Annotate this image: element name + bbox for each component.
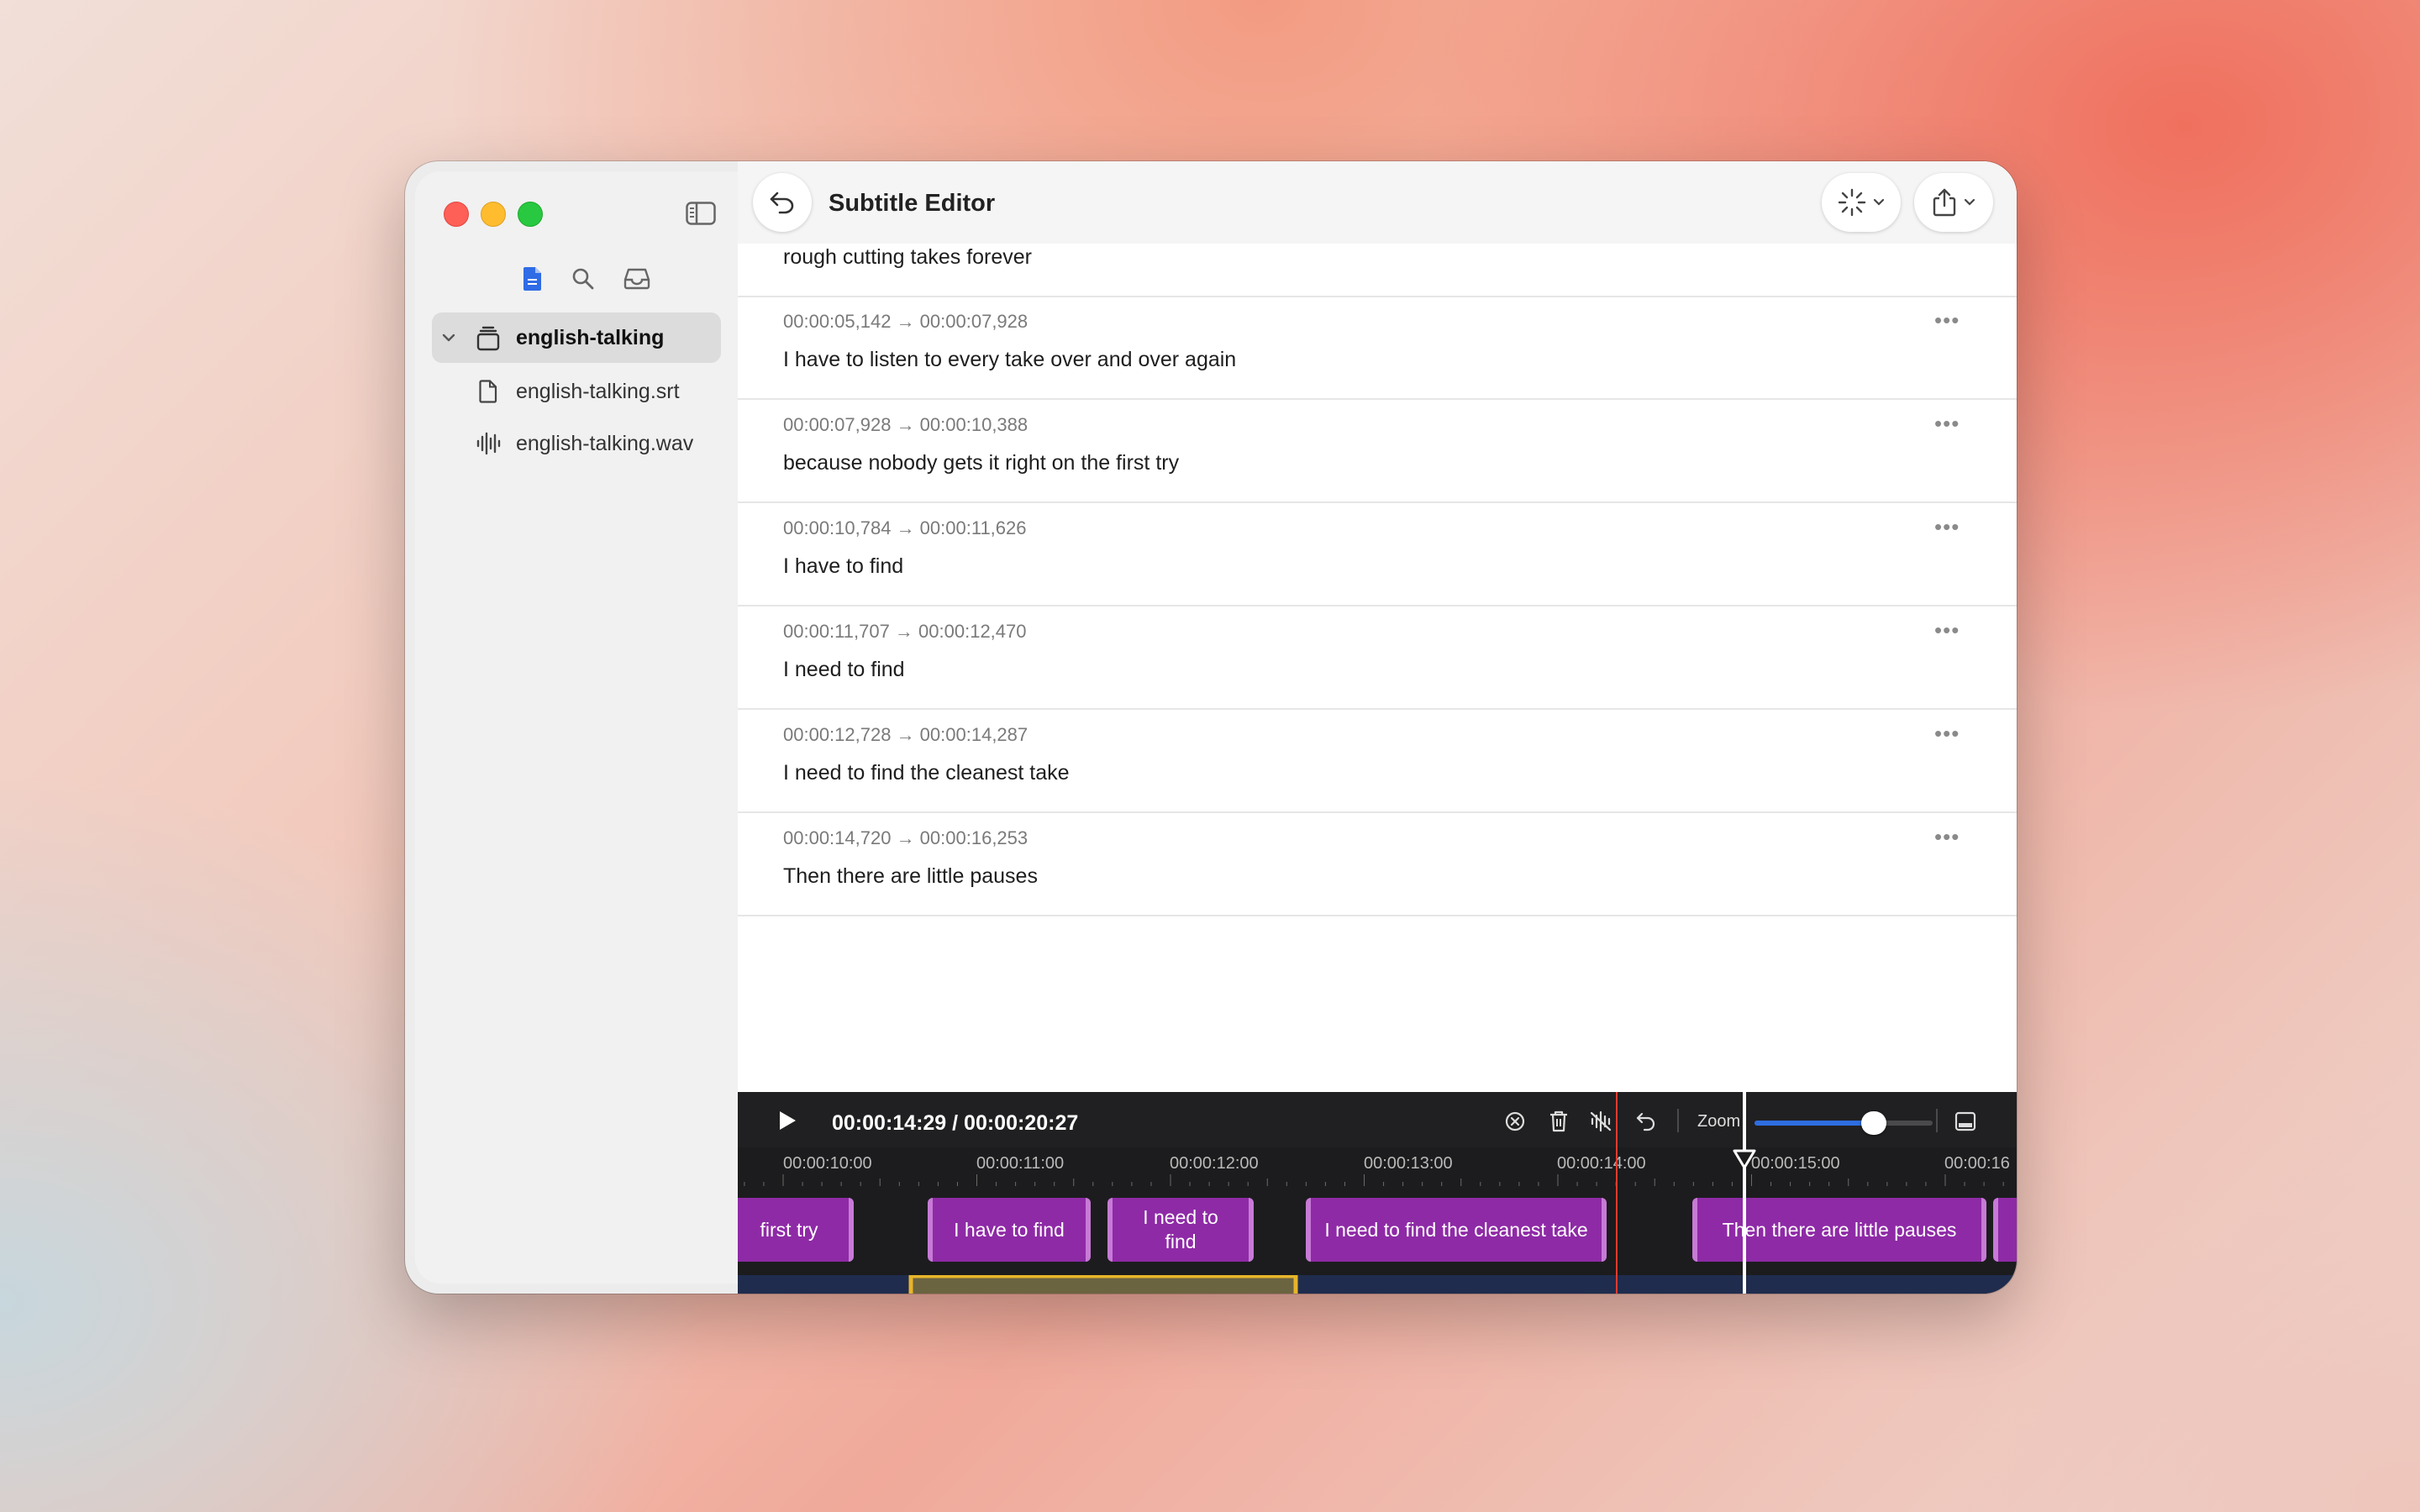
panel-toggle-icon[interactable]	[1953, 1109, 1978, 1134]
subtitle-text[interactable]: because nobody gets it right on the firs…	[783, 451, 1179, 475]
subtitle-clip[interactable]: I have to find	[928, 1198, 1091, 1262]
subtitle-text[interactable]: I have to find	[783, 554, 903, 579]
timecode-display: 00:00:14:29 / 00:00:20:27	[832, 1111, 1079, 1135]
subtitle-timing[interactable]: 00:00:10,784 → 00:00:11,626	[783, 517, 1027, 539]
subtitle-text[interactable]: I need to find	[783, 658, 905, 682]
subtitle-row[interactable]: 00:00:11,707 → 00:00:12,470 I need to fi…	[738, 606, 2017, 710]
subtitle-timing[interactable]: 00:00:12,728 → 00:00:14,287	[783, 724, 1028, 746]
audio-waveform[interactable]	[738, 1275, 2017, 1294]
clear-icon[interactable]	[1502, 1109, 1528, 1134]
subtitle-timing[interactable]: 00:00:11,707 → 00:00:12,470	[783, 621, 1027, 643]
chevron-down-icon	[1873, 198, 1885, 206]
chevron-down-icon	[1964, 198, 1975, 206]
subtitle-row[interactable]: 00:00:07,928 → 00:00:10,388 because nobo…	[738, 399, 2017, 503]
trash-icon[interactable]	[1546, 1109, 1571, 1134]
subtitle-text[interactable]: Then there are little pauses	[783, 864, 1038, 889]
more-options-icon[interactable]: •••	[1934, 411, 1960, 437]
app-window: english-talking english-talking.srt engl…	[405, 161, 2017, 1294]
undo-icon[interactable]	[1634, 1109, 1659, 1134]
zoom-slider-knob[interactable]	[1861, 1111, 1887, 1135]
toolbar: Subtitle Editor	[738, 161, 2017, 244]
file-name: english-talking.wav	[516, 432, 694, 455]
more-options-icon[interactable]: •••	[1934, 721, 1960, 747]
subtitle-row[interactable]: rough cutting takes forever	[738, 244, 2017, 297]
project-folder-item[interactable]: english-talking	[432, 312, 721, 363]
close-window-button[interactable]	[444, 202, 469, 227]
subtitle-clip[interactable]: first try	[738, 1198, 854, 1262]
sidebar-toggle-icon[interactable]	[686, 202, 716, 225]
timeline-controls: 00:00:14:29 / 00:00:20:27 Zoom	[738, 1092, 2017, 1147]
subtitle-text[interactable]: I need to find the cleanest take	[783, 761, 1070, 785]
share-button[interactable]	[1914, 173, 1993, 232]
zoom-window-button[interactable]	[518, 202, 543, 227]
subtitle-text[interactable]: rough cutting takes forever	[783, 245, 1032, 270]
playhead[interactable]	[1743, 1092, 1746, 1294]
subtitle-timing[interactable]: 00:00:14,720 → 00:00:16,253	[783, 827, 1028, 849]
subtitle-clip[interactable]: I need to find	[1107, 1198, 1254, 1262]
file-name: english-talking.srt	[516, 380, 680, 403]
more-options-icon[interactable]: •••	[1934, 617, 1960, 643]
time-ruler[interactable]: 00:00:10:00 00:00:11:00 00:00:12:00 00:0…	[738, 1147, 2017, 1186]
ai-tools-button[interactable]	[1822, 173, 1901, 232]
playhead-handle-icon[interactable]	[1733, 1149, 1756, 1169]
sidebar-tabs	[516, 262, 684, 296]
chevron-down-icon[interactable]	[440, 329, 457, 350]
subtitle-text[interactable]: I have to listen to every take over and …	[783, 348, 1236, 372]
share-icon	[1933, 188, 1956, 217]
subtitle-row[interactable]: 00:00:14,720 → 00:00:16,253 Then there a…	[738, 812, 2017, 916]
mute-waveform-icon[interactable]	[1588, 1109, 1613, 1134]
subtitle-timing[interactable]: 00:00:05,142 → 00:00:07,928	[783, 311, 1028, 333]
subtitle-clip[interactable]: I need to find the cleanest take	[1306, 1198, 1607, 1262]
toolbar-divider	[1677, 1109, 1679, 1132]
play-button[interactable]	[776, 1109, 798, 1137]
more-options-icon[interactable]: •••	[1934, 307, 1960, 333]
subtitle-row[interactable]: 00:00:10,784 → 00:00:11,626 I have to fi…	[738, 502, 2017, 606]
subtitle-list[interactable]: rough cutting takes forever 00:00:05,142…	[738, 244, 2017, 1092]
toolbar-divider	[1936, 1109, 1938, 1132]
subtitle-clip[interactable]	[1993, 1198, 2017, 1262]
more-options-icon[interactable]: •••	[1934, 514, 1960, 540]
subtitle-row[interactable]: 00:00:05,142 → 00:00:07,928 I have to li…	[738, 296, 2017, 400]
play-icon	[780, 1111, 796, 1130]
subtitle-track[interactable]: first try I have to find I need to find …	[738, 1193, 2017, 1262]
zoom-slider-fill	[1754, 1121, 1875, 1126]
subtitle-row[interactable]: 00:00:12,728 → 00:00:14,287 I need to fi…	[738, 709, 2017, 813]
sparkle-wand-icon	[1838, 188, 1866, 217]
current-time-marker	[1616, 1092, 1618, 1294]
more-options-icon[interactable]: •••	[1934, 824, 1960, 850]
page-title: Subtitle Editor	[829, 190, 996, 217]
inbox-icon[interactable]	[620, 262, 654, 296]
editor-main: Subtitle Editor rough cutting takes fore…	[738, 161, 2017, 1294]
subtitle-clip[interactable]: Then there are little pauses	[1692, 1198, 1986, 1262]
back-button[interactable]	[753, 173, 812, 232]
file-icon[interactable]	[516, 262, 550, 296]
sidebar-item-wav[interactable]: english-talking.wav	[432, 418, 721, 469]
project-name: english-talking	[516, 326, 665, 349]
search-icon[interactable]	[566, 262, 600, 296]
timeline-panel: 00:00:14:29 / 00:00:20:27 Zoom 00:00:10:…	[738, 1092, 2017, 1294]
minimize-window-button[interactable]	[481, 202, 506, 227]
selected-region[interactable]	[908, 1275, 1298, 1294]
zoom-slider[interactable]	[1754, 1111, 1933, 1135]
stack-icon	[476, 326, 501, 355]
waveform-icon	[476, 432, 501, 459]
undo-arrow-icon	[770, 192, 794, 214]
sidebar-item-srt[interactable]: english-talking.srt	[432, 366, 721, 417]
zoom-label: Zoom	[1697, 1112, 1741, 1131]
file-icon	[479, 380, 497, 407]
subtitle-timing[interactable]: 00:00:07,928 → 00:00:10,388	[783, 414, 1028, 436]
ruler-ticks	[744, 1174, 2004, 1186]
